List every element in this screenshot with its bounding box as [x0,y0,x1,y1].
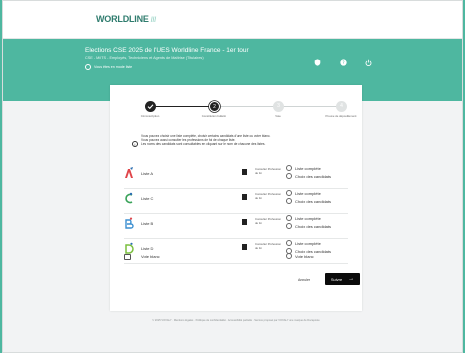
document-icon[interactable] [242,219,247,225]
radio-full-list[interactable] [286,240,292,246]
instructions: i Vous pouvez choisir une liste complète… [132,134,342,147]
list-name-link[interactable]: Liste A [141,171,153,176]
help-icon[interactable]: ? [340,59,347,66]
radio-choose-candidates[interactable] [286,173,292,179]
footer-links: © 2025 VOXALY · Mentions légales · Polit… [152,319,320,322]
step-connector [156,106,211,108]
profession-de-foi-link[interactable]: Consulter Profession de foi [255,167,281,175]
radio-full-list[interactable] [286,215,292,221]
browser-frame: WORLDLINE/// Elections CSE 2025 de l'UES… [2,0,463,353]
profession-de-foi-link[interactable]: Consulter Profession de foi [255,192,281,200]
mode-link[interactable]: Vous êtes en mode liste [85,64,132,70]
step-2-dot: 2 [209,101,220,112]
radio-choose-candidates[interactable] [286,198,292,204]
step-2-label: Constitution bulletin [201,114,227,118]
blank-vote-row: Vote blanc Vote blanc [124,250,348,269]
cgc-logo-icon [125,192,133,204]
info-circle-icon: i [132,141,138,147]
radio-choose-candidates[interactable] [286,223,292,229]
blank-vote-label: Vote blanc [141,254,160,259]
election-title: Elections CSE 2025 de l'UES Worldline Fr… [85,47,249,54]
list-row: Liste A Consulter Profession de foi List… [124,165,348,184]
cftc-logo-icon [125,217,134,229]
step-connector [221,106,274,107]
next-button[interactable]: Suivre → [325,273,360,285]
worldline-logo: WORLDLINE/// [96,14,156,24]
cfdt-logo-icon [125,167,133,178]
document-icon[interactable] [242,169,247,175]
ballot-box-icon [124,254,131,260]
row-divider [124,188,348,189]
list-name-link[interactable]: Liste C [141,196,153,201]
row-divider [124,238,348,239]
list-name-link[interactable]: Liste B [141,221,153,226]
step-4-label: Preuve de dépouillement [325,114,357,118]
step-4-dot: 4 [336,101,347,112]
election-subtitle: CSE - MiITS - Employés, Techniciens et A… [85,56,204,60]
list-row: Liste B Consulter Profession de foi List… [124,215,348,234]
power-icon[interactable] [365,59,372,66]
arrow-right-icon: → [348,276,355,282]
profession-de-foi-link[interactable]: Consulter Profession de foi [255,217,281,225]
row-divider [124,213,348,214]
info-icon [85,64,91,70]
radio-blank-vote[interactable] [286,253,292,259]
list-row: Liste C Consulter Profession de foi List… [124,190,348,209]
progress-stepper: 2 3 4 Circonscription Constitution bulle… [110,94,362,124]
shield-icon[interactable] [314,59,321,66]
svg-text:?: ? [342,60,344,65]
top-bar: WORLDLINE/// [3,1,462,39]
step-3-label: Vote [275,114,281,118]
radio-full-list[interactable] [286,190,292,196]
step-3-dot: 3 [273,101,284,112]
ballot-card: 2 3 4 Circonscription Constitution bulle… [110,85,362,311]
back-link[interactable]: Annuler [298,278,310,282]
step-1-label: Circonscription [140,114,160,118]
step-1-dot [145,101,156,112]
radio-full-list[interactable] [286,165,292,171]
document-icon[interactable] [242,194,247,200]
step-connector [284,106,342,107]
